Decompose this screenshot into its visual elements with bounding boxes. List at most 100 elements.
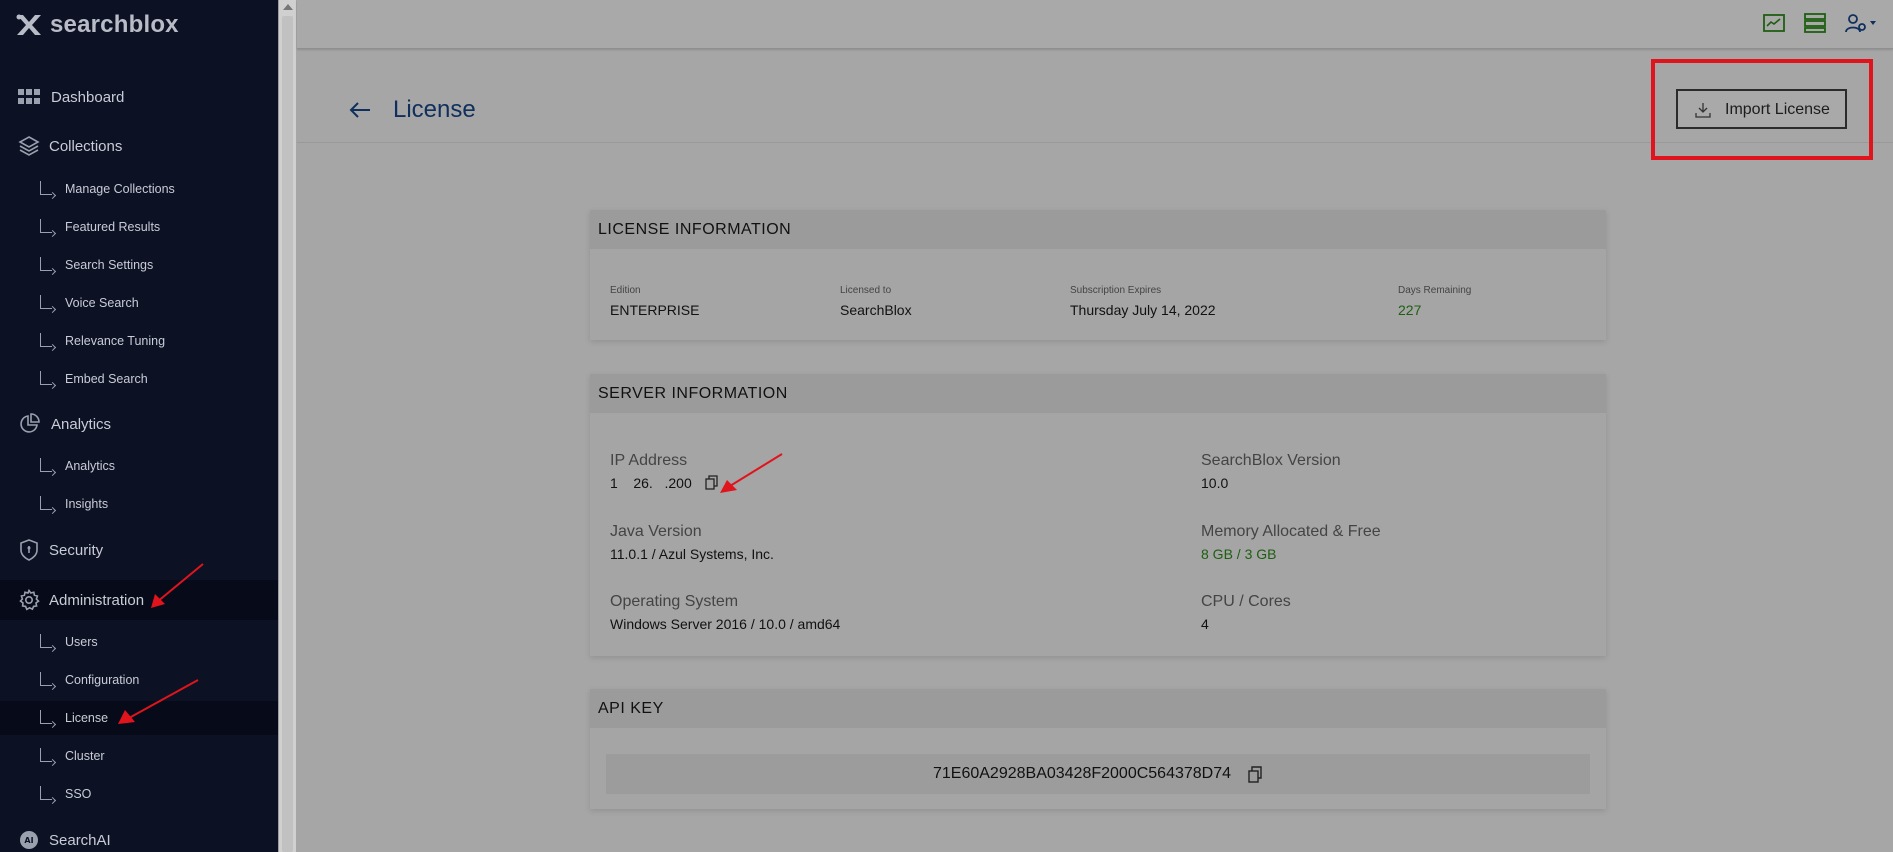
highlight-box (1651, 59, 1873, 160)
sidebar-item-manage-collections[interactable]: Manage Collections (0, 172, 278, 206)
sub-label: License (65, 711, 109, 725)
back-arrow-icon[interactable] (349, 101, 371, 119)
sub-arrow-icon (40, 371, 52, 385)
nav-searchai[interactable]: AI SearchAI (0, 820, 278, 852)
sidebar-item-relevance-tuning[interactable]: Relevance Tuning (0, 324, 278, 358)
sub-label: Search Settings (65, 258, 154, 272)
sub-label: Insights (65, 497, 109, 511)
expires-label: Subscription Expires (1070, 285, 1162, 296)
license-info-card: LICENSE INFORMATION Edition ENTERPRISE L… (590, 210, 1606, 340)
searchblox-version-label: SearchBlox Version (1201, 452, 1341, 469)
sub-arrow-icon (40, 295, 52, 309)
layers-icon (18, 135, 40, 157)
sub-label: Embed Search (65, 372, 148, 386)
expires-value: Thursday July 14, 2022 (1070, 302, 1216, 318)
top-bar (297, 0, 1893, 49)
nav-label: Collections (49, 137, 123, 155)
shield-icon (18, 539, 40, 561)
sub-label: Manage Collections (65, 182, 175, 196)
nav-security[interactable]: Security (0, 530, 278, 570)
sidebar: searchblox Dashboard Collections Manage … (0, 0, 278, 852)
copy-icon[interactable] (705, 475, 719, 491)
java-label: Java Version (610, 523, 702, 540)
edition-label: Edition (610, 285, 641, 296)
card-heading: API KEY (590, 689, 1606, 728)
sub-arrow-icon (40, 219, 52, 233)
os-value: Windows Server 2016 / 10.0 / amd64 (610, 616, 841, 632)
copy-icon[interactable] (1248, 765, 1263, 783)
sub-arrow-icon (40, 710, 52, 724)
card-heading: SERVER INFORMATION (590, 374, 1606, 413)
nav-label: Analytics (51, 415, 112, 433)
sub-label: Users (65, 635, 98, 649)
sidebar-item-analytics[interactable]: Analytics (0, 449, 278, 483)
api-key-value[interactable]: 71E60A2928BA03428F2000C564378D74 (933, 765, 1231, 783)
nav-label: SearchAI (49, 831, 111, 849)
gear-icon (18, 589, 40, 611)
licensed-to-value: SearchBlox (840, 302, 912, 318)
nav-dashboard[interactable]: Dashboard (0, 77, 278, 117)
sidebar-item-insights[interactable]: Insights (0, 487, 278, 521)
sub-arrow-icon (40, 748, 52, 762)
sidebar-item-featured-results[interactable]: Featured Results (0, 210, 278, 244)
nav-administration[interactable]: Administration (0, 580, 278, 620)
svg-text:AI: AI (24, 836, 33, 845)
sidebar-scrollbar[interactable] (278, 0, 296, 852)
sidebar-item-embed-search[interactable]: Embed Search (0, 362, 278, 396)
nav-analytics[interactable]: Analytics (0, 404, 278, 444)
grid-icon (18, 86, 40, 108)
sidebar-item-sso[interactable]: SSO (0, 777, 278, 811)
monitor-chart-icon[interactable] (1762, 12, 1786, 34)
logo-text: searchblox (50, 11, 179, 38)
sub-arrow-icon (40, 634, 52, 648)
sub-label: Relevance Tuning (65, 334, 166, 348)
sub-label: Featured Results (65, 220, 161, 234)
edition-value: ENTERPRISE (610, 302, 700, 318)
sub-arrow-icon (40, 496, 52, 510)
ip-label: IP Address (610, 452, 688, 469)
os-label: Operating System (610, 593, 739, 610)
searchblox-version-value: 10.0 (1201, 475, 1229, 491)
sub-arrow-icon (40, 672, 52, 686)
licensed-to-label: Licensed to (840, 285, 892, 296)
sidebar-item-users[interactable]: Users (0, 625, 278, 659)
nav-label: Security (49, 541, 104, 559)
nav-collections[interactable]: Collections (0, 126, 278, 166)
memory-label: Memory Allocated & Free (1201, 523, 1381, 540)
pie-chart-icon (18, 413, 40, 435)
sub-label: Cluster (65, 749, 105, 763)
server-icon[interactable] (1803, 12, 1827, 34)
cpu-value: 4 (1201, 616, 1209, 632)
sub-arrow-icon (40, 786, 52, 800)
nav-label: Dashboard (51, 88, 125, 106)
ai-chip-icon: AI (18, 829, 40, 851)
java-value: 11.0.1 / Azul Systems, Inc. (610, 546, 774, 562)
sub-label: Voice Search (65, 296, 139, 310)
scroll-up-icon[interactable] (283, 4, 293, 10)
sidebar-item-cluster[interactable]: Cluster (0, 739, 278, 773)
sidebar-item-search-settings[interactable]: Search Settings (0, 248, 278, 282)
page-title: License (393, 96, 476, 123)
api-key-box: 71E60A2928BA03428F2000C564378D74 (606, 754, 1590, 794)
api-key-card: API KEY 71E60A2928BA03428F2000C564378D74 (590, 689, 1606, 809)
scroll-thumb[interactable] (282, 16, 293, 852)
nav-label: Administration (49, 591, 145, 609)
memory-value: 8 GB / 3 GB (1201, 546, 1277, 562)
annotation-arrow (151, 563, 204, 608)
sub-arrow-icon (40, 333, 52, 347)
user-settings-icon[interactable] (1845, 12, 1877, 34)
card-heading: LICENSE INFORMATION (590, 210, 1606, 249)
days-remaining-value: 227 (1398, 302, 1422, 318)
annotation-arrow (118, 679, 199, 724)
searchblox-logo-icon (16, 14, 41, 35)
sub-arrow-icon (40, 458, 52, 472)
annotation-arrow (720, 453, 783, 493)
sub-arrow-icon (40, 257, 52, 271)
logo[interactable]: searchblox (14, 10, 179, 40)
server-info-card: SERVER INFORMATION IP Address 1 26. .200… (590, 374, 1606, 656)
sub-arrow-icon (40, 181, 52, 195)
sidebar-item-voice-search[interactable]: Voice Search (0, 286, 278, 320)
sub-label: Analytics (65, 459, 116, 473)
cpu-label: CPU / Cores (1201, 593, 1291, 610)
sub-label: SSO (65, 787, 92, 801)
